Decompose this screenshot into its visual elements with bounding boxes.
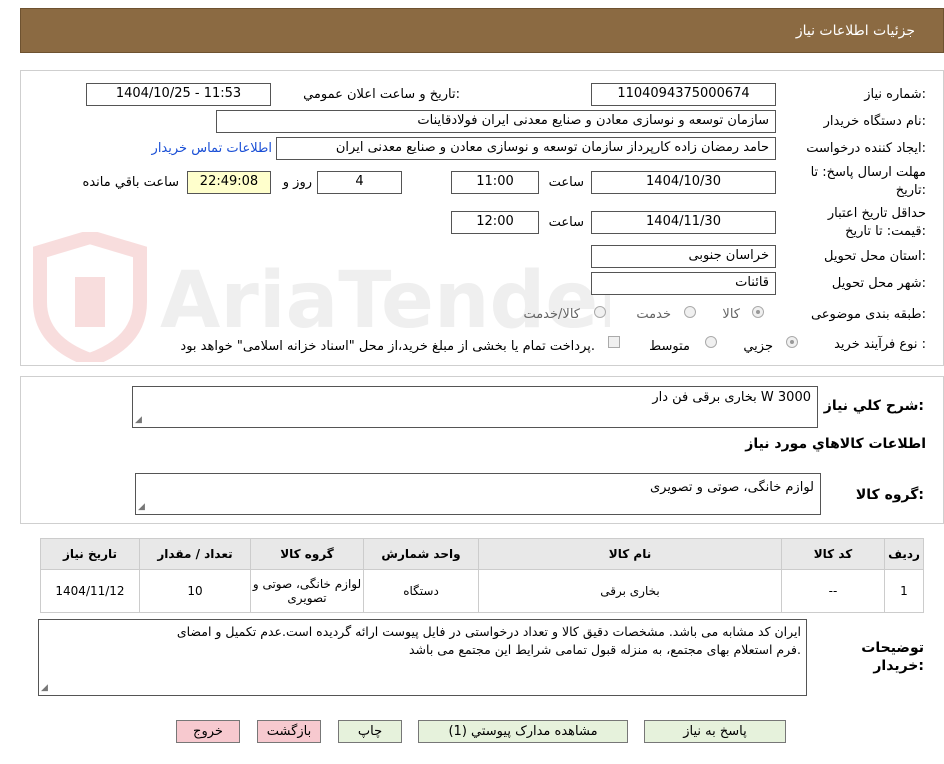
resize-grip-icon[interactable]: ◢ [135,416,142,425]
category-radio-goods[interactable] [752,306,764,318]
need-number-label: شماره نیاز: [864,87,926,102]
process-option-medium: متوسط [649,339,690,354]
buyer-org-field: سازمان توسعه و نوسازی معادن و صنایع معدن… [216,110,776,133]
summary-text: بخاری برقی فن دار W 3000 [652,390,811,405]
price-validity-time-field: 12:00 [451,211,539,234]
reply-date-field: 1404/10/30 [591,171,776,194]
cell-date: 1404/11/12 [40,569,140,613]
city-label: شهر محل تحویل: [831,276,926,291]
items-table: ردیف کد کالا نام کالا واحد شمارش گروه کا… [40,538,924,613]
reply-deadline-label: مهلت ارسال پاسخ: تا [810,165,926,180]
city-field: قائنات [591,272,776,295]
print-button[interactable]: چاپ [338,720,402,743]
goods-section-title: اطلاعات کالاهاي مورد نیاز [745,436,926,452]
process-option-minor: جزیي [743,339,773,354]
price-validity-time-label: ساعت [548,215,584,230]
col-header-unit: واحد شمارش [363,538,479,570]
reply-to-need-button[interactable]: پاسخ به نیاز [644,720,786,743]
resize-grip-icon[interactable]: ◢ [138,503,145,512]
goods-group-text: لوازم خانگی، صوتی و تصویری [649,480,814,495]
buyer-notes-textarea[interactable]: ایران کد مشابه می باشد. مشخصات دقیق کالا… [38,619,807,696]
treasury-payment-note: پرداخت تمام یا بخشی از مبلغ خرید،از محل … [180,339,595,354]
remaining-time-label: ساعت باقي مانده [82,175,179,190]
process-radio-minor[interactable] [786,336,798,348]
category-radio-service[interactable] [684,306,696,318]
col-header-name: نام کالا [478,538,782,570]
requester-field: حامد رمضان زاده کارپرداز سازمان توسعه و … [276,137,776,160]
cell-code: -- [781,569,885,613]
col-header-row: ردیف [884,538,924,570]
days-label: روز و [282,175,312,190]
treasury-payment-checkbox[interactable] [608,336,620,348]
summary-label: شرح کلي نیاز: [823,398,924,414]
buyer-notes-label: توضیحات [861,640,924,656]
table-header-row: ردیف کد کالا نام کالا واحد شمارش گروه کا… [40,538,924,570]
need-number-field: 1104094375000674 [591,83,776,106]
col-header-group: گروه کالا [250,538,364,570]
remaining-time-field: 22:49:08 [187,171,271,194]
category-option-service: خدمت [636,307,671,322]
buyer-notes-line-1: ایران کد مشابه می باشد. مشخصات دقیق کالا… [176,624,801,639]
cell-group: لوازم خانگی، صوتی و تصویری [250,569,364,613]
cell-qty: 10 [139,569,251,613]
price-validity-label-2: قیمت: تا تاریخ: [845,224,926,239]
price-validity-label: حداقل تاریخ اعتبار [827,206,926,221]
buyer-contact-link[interactable]: اطلاعات تماس خریدار [152,141,272,156]
goods-group-textarea[interactable]: لوازم خانگی، صوتی و تصویری ◢ [135,473,821,515]
category-radio-goods-service[interactable] [594,306,606,318]
reply-deadline-label-2: تاریخ: [895,183,926,198]
reply-time-field: 11:00 [451,171,539,194]
page-header: جزئیات اطلاعات نیاز [20,8,944,53]
back-button[interactable]: بازگشت [257,720,321,743]
announce-label: تاریخ و ساعت اعلان عمومي: [303,87,460,102]
buyer-notes-line-2: فرم استعلام بهای مجتمع، به منزله قبول تم… [409,642,801,657]
cell-row: 1 [884,569,924,613]
table-row: 1 -- بخاری برقی دستگاه لوازم خانگی، صوتی… [40,569,924,613]
exit-button[interactable]: خروج [176,720,240,743]
province-field: خراسان جنوبی [591,245,776,268]
province-label: استان محل تحویل: [824,249,926,264]
reply-time-label: ساعت [548,175,584,190]
requester-label: ایجاد کننده درخواست: [806,141,926,156]
cell-name: بخاری برقی [478,569,782,613]
buyer-org-label: نام دستگاه خریدار: [823,114,926,129]
col-header-date: تاریخ نیاز [40,538,140,570]
cell-unit: دستگاه [363,569,479,613]
days-field: 4 [317,171,402,194]
col-header-qty: تعداد / مقدار [139,538,251,570]
resize-grip-icon[interactable]: ◢ [41,684,48,693]
summary-textarea[interactable]: بخاری برقی فن دار W 3000 ◢ [132,386,818,428]
category-option-goods: کالا [722,307,740,322]
announce-datetime-field: 1404/10/25 - 11:53 [86,83,271,106]
buyer-notes-label-2: خریدار: [873,658,924,674]
process-radio-medium[interactable] [705,336,717,348]
process-label: نوع فرآیند خرید : [834,337,926,352]
goods-group-label: گروه کالا: [855,487,924,503]
price-validity-date-field: 1404/11/30 [591,211,776,234]
col-header-code: کد کالا [781,538,885,570]
category-option-goods-service: کالا/خدمت [523,307,580,322]
category-label: طبقه بندی موضوعی: [810,307,926,322]
page-title: جزئیات اطلاعات نیاز [795,23,915,39]
view-attachments-button[interactable]: مشاهده مدارک پیوستي (1) [418,720,628,743]
